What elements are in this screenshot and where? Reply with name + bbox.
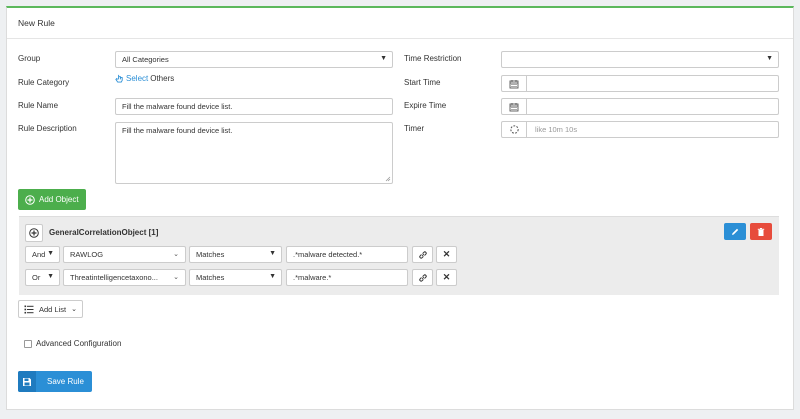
row-1-remove-button[interactable]: ✕ [436, 246, 457, 263]
row-1-field-value: RAWLOG [70, 250, 104, 259]
advanced-config-label: Advanced Configuration [36, 339, 122, 348]
link-icon [418, 273, 427, 282]
start-time-input[interactable] [527, 75, 779, 92]
chevron-down-icon: ⌄ [71, 306, 77, 313]
delete-object-button[interactable] [750, 223, 772, 240]
advanced-config-checkbox[interactable] [24, 339, 32, 348]
time-restriction-label: Time Restriction [404, 54, 462, 63]
caret-down-icon: ▼ [269, 273, 276, 280]
row-2-operator-select[interactable]: Matches ▼ [189, 269, 282, 286]
row-1-operator-select[interactable]: Matches ▼ [189, 246, 282, 263]
row-1-field-select[interactable]: RAWLOG ⌄ [63, 246, 186, 263]
object-title: GeneralCorrelationObject [1] [49, 228, 159, 237]
timer-input[interactable]: like 10m 10s [527, 121, 779, 138]
rule-category-picker: Select Others [115, 74, 174, 83]
select-category-link[interactable]: Select [126, 74, 148, 83]
row-1-logic-value: And [32, 250, 46, 259]
caret-down-icon: ▼ [47, 273, 54, 280]
resize-handle-icon[interactable] [385, 176, 391, 182]
row-2-field-value: Threatintelligencetaxono... [70, 273, 158, 282]
spinner-icon [509, 125, 519, 134]
group-select-value: All Categories [122, 55, 169, 64]
add-object-label: Add Object [39, 195, 79, 204]
close-icon: ✕ [442, 272, 451, 282]
close-icon: ✕ [442, 249, 451, 259]
add-list-label: Add List [39, 304, 67, 314]
row-2-link-button[interactable] [412, 269, 433, 286]
save-rule-label: Save Rule [47, 377, 84, 386]
new-rule-panel: New Rule Group Rule Category Rule Name R… [6, 6, 794, 410]
row-2-value-input[interactable]: .*malware.* [286, 269, 408, 286]
time-restriction-select[interactable]: ▼ [501, 51, 779, 68]
row-2-operator-value: Matches [196, 273, 225, 282]
group-select[interactable]: All Categories ▼ [115, 51, 393, 68]
row-2-logic-select[interactable]: Or ▼ [25, 269, 60, 286]
add-list-button[interactable]: Add List ⌄ [18, 300, 83, 318]
list-icon [24, 305, 34, 313]
correlation-object-box: GeneralCorrelationObject [1] And ▼ RAWLO… [19, 216, 779, 295]
rule-description-text: Fill the malware found device list. [122, 126, 233, 135]
calendar-icon [509, 79, 519, 88]
expire-time-label: Expire Time [404, 101, 447, 110]
rule-name-label: Rule Name [18, 101, 59, 110]
pencil-icon [732, 228, 739, 235]
chevron-down-icon: ⌄ [173, 274, 179, 281]
timer-icon-addon [501, 121, 527, 138]
row-1-value-input[interactable]: .*malware detected.* [286, 246, 408, 263]
expire-time-input[interactable] [527, 98, 779, 115]
timer-label: Timer [404, 124, 425, 133]
object-plus-button[interactable] [25, 224, 43, 242]
panel-title: New Rule [7, 8, 793, 39]
caret-down-icon: ▼ [47, 250, 54, 257]
edit-object-button[interactable] [724, 223, 746, 240]
rule-name-input[interactable]: Fill the malware found device list. [115, 98, 393, 115]
hand-pointer-icon [115, 74, 124, 83]
rule-description-textarea[interactable]: Fill the malware found device list. [115, 122, 393, 184]
link-icon [418, 250, 427, 259]
floppy-disk-icon [23, 377, 31, 386]
caret-down-icon: ▼ [380, 55, 387, 62]
plus-circle-icon [25, 194, 35, 205]
calendar-icon [509, 102, 519, 111]
group-label: Group [18, 54, 41, 63]
save-rule-button[interactable]: Save Rule [18, 371, 92, 392]
row-1-operator-value: Matches [196, 250, 225, 259]
category-others: Others [150, 74, 175, 83]
rule-category-label: Rule Category [18, 78, 70, 87]
trash-icon [757, 227, 765, 236]
row-1-logic-select[interactable]: And ▼ [25, 246, 60, 263]
row-1-link-button[interactable] [412, 246, 433, 263]
rule-description-label: Rule Description [18, 124, 77, 133]
add-object-button[interactable]: Add Object [18, 189, 86, 210]
save-icon-wrap [18, 371, 36, 392]
caret-down-icon: ▼ [269, 250, 276, 257]
expire-time-calendar-button[interactable] [501, 98, 527, 115]
chevron-down-icon: ⌄ [173, 251, 179, 258]
row-2-field-select[interactable]: Threatintelligencetaxono... ⌄ [63, 269, 186, 286]
advanced-config-option: Advanced Configuration [24, 339, 121, 348]
row-2-remove-button[interactable]: ✕ [436, 269, 457, 286]
plus-circle-icon [29, 228, 39, 238]
caret-down-icon: ▼ [766, 55, 773, 62]
start-time-calendar-button[interactable] [501, 75, 527, 92]
row-2-logic-value: Or [32, 273, 41, 282]
start-time-label: Start Time [404, 78, 441, 87]
